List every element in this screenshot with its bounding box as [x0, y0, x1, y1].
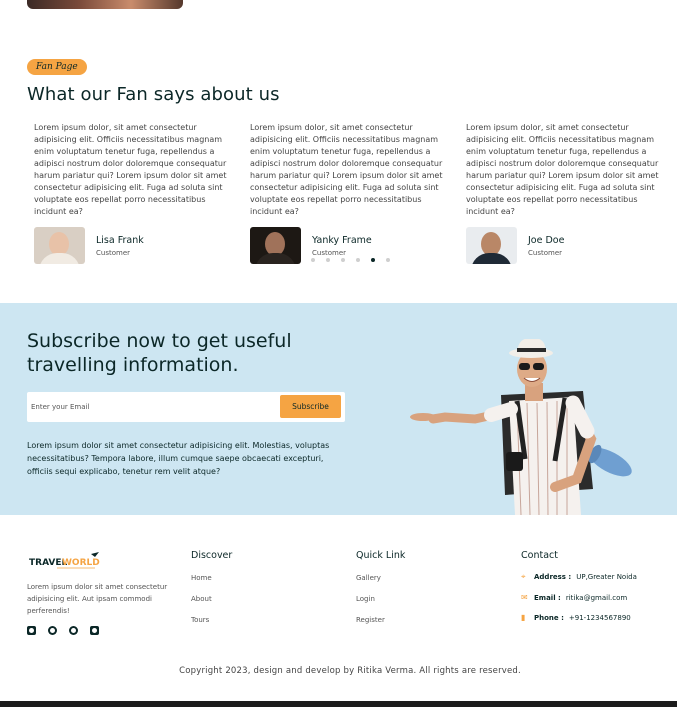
carousel-dot[interactable] — [356, 258, 360, 262]
youtube-icon[interactable] — [27, 626, 36, 635]
phone-icon: ▮ — [521, 613, 526, 622]
contact-label: Email : — [534, 593, 561, 602]
footer-description: Lorem ipsum dolor sit amet consectetur a… — [27, 583, 168, 615]
email-input[interactable] — [31, 399, 271, 415]
footer-heading: Discover — [191, 550, 233, 561]
testimonial-author: Lisa Frank Customer — [34, 227, 234, 264]
newsletter-form: Subscribe — [27, 392, 345, 422]
subscribe-button[interactable]: Subscribe — [280, 395, 341, 418]
carousel-dots — [311, 258, 390, 262]
instagram-icon[interactable] — [90, 626, 99, 635]
carousel-dot[interactable] — [386, 258, 390, 262]
footer-heading: Contact — [521, 550, 558, 561]
footer-link-tours[interactable]: Tours — [191, 616, 232, 624]
footer-contact: Contact ⌖ Address : UP,Greater Noida ✉ E… — [521, 550, 637, 622]
footer-heading: Quick Link — [356, 550, 406, 561]
author-role: Customer — [312, 248, 347, 257]
contact-value[interactable]: ritika@gmail.com — [566, 594, 627, 602]
author-name: Lisa Frank — [96, 234, 144, 246]
footer-quick-link: Quick Link Gallery Login Register — [356, 550, 405, 624]
carousel-dot[interactable] — [311, 258, 315, 262]
contact-label: Address : — [534, 573, 572, 581]
footer-link-home[interactable]: Home — [191, 574, 232, 582]
newsletter-title: Subscribe now to get useful travelling i… — [27, 330, 292, 376]
testimonial-text: Lorem ipsum dolor, sit amet consectetur … — [34, 123, 227, 216]
testimonial-card: Lorem ipsum dolor, sit amet consectetur … — [250, 122, 450, 264]
svg-text:WORLD: WORLD — [62, 558, 100, 568]
contact-value: UP,Greater Noida — [576, 573, 637, 581]
traveler-illustration — [410, 339, 632, 515]
section-tag: Fan Page — [27, 59, 87, 75]
newsletter-section: Subscribe now to get useful travelling i… — [0, 303, 677, 515]
travelworld-logo[interactable]: TRAVEL WORLD — [27, 551, 102, 571]
carousel-dot-active[interactable] — [371, 258, 375, 262]
author-name: Joe Doe — [528, 234, 565, 246]
mail-icon: ✉ — [521, 593, 528, 602]
contact-phone: ▮ Phone : +91-1234567890 — [521, 613, 637, 622]
facebook-icon[interactable] — [69, 626, 78, 635]
footer-discover: Discover Home About Tours — [191, 550, 232, 624]
avatar — [250, 227, 301, 264]
bottom-bar — [0, 701, 677, 707]
newsletter-description: Lorem ipsum dolor sit amet consectetur a… — [27, 441, 330, 476]
author-role: Customer — [528, 248, 563, 257]
avatar — [466, 227, 517, 264]
location-icon: ⌖ — [521, 572, 526, 581]
testimonial-text: Lorem ipsum dolor, sit amet consectetur … — [250, 123, 443, 216]
copyright-text: Copyright 2023, design and develop by Ri… — [179, 666, 521, 676]
testimonial-text: Lorem ipsum dolor, sit amet consectetur … — [466, 123, 659, 216]
section-title: What our Fan says about us — [27, 84, 280, 105]
contact-label: Phone : — [534, 613, 564, 622]
testimonial-card: Lorem ipsum dolor, sit amet consectetur … — [466, 122, 666, 264]
author-role: Customer — [96, 248, 131, 257]
footer-link-login[interactable]: Login — [356, 595, 405, 603]
avatar — [34, 227, 85, 264]
footer-link-about[interactable]: About — [191, 595, 232, 603]
carousel-dot[interactable] — [326, 258, 330, 262]
author-name: Yanky Frame — [312, 234, 372, 246]
social-links — [27, 626, 99, 635]
testimonial-card: Lorem ipsum dolor, sit amet consectetur … — [34, 122, 234, 264]
footer-link-gallery[interactable]: Gallery — [356, 574, 405, 582]
carousel-dot[interactable] — [341, 258, 345, 262]
gallery-image-fragment — [27, 0, 183, 9]
contact-address: ⌖ Address : UP,Greater Noida — [521, 572, 637, 582]
footer-link-register[interactable]: Register — [356, 616, 405, 624]
testimonial-author: Joe Doe Customer — [466, 227, 666, 264]
contact-email: ✉ Email : ritika@gmail.com — [521, 593, 637, 602]
contact-value[interactable]: +91-1234567890 — [569, 614, 631, 622]
github-icon[interactable] — [48, 626, 57, 635]
